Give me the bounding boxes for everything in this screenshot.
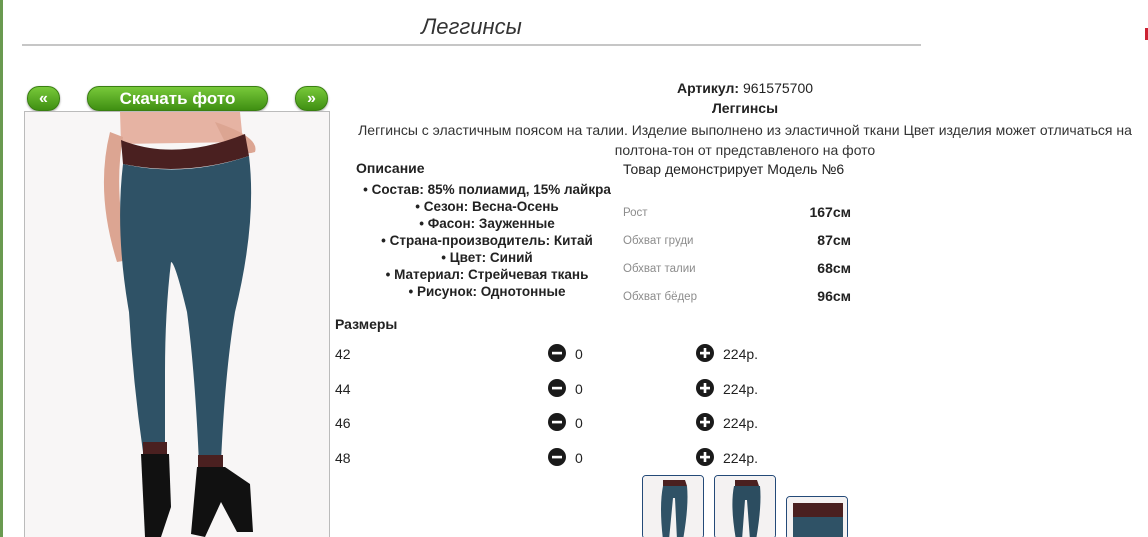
size-row: 48 0 224р. xyxy=(335,448,775,468)
property-item: Рисунок: Однотонные xyxy=(342,283,632,300)
thumbnail-image xyxy=(643,476,703,537)
product-name: Леггинсы xyxy=(711,100,779,116)
measurement-hips: Обхват бёдер 96см xyxy=(623,288,851,308)
article-value: 961575700 xyxy=(742,80,814,96)
size-row: 42 0 224р. xyxy=(335,344,775,364)
plus-circle-icon[interactable] xyxy=(696,344,714,362)
model-heading: Товар демонстрирует Модель №6 xyxy=(623,161,845,177)
plus-circle-icon[interactable] xyxy=(696,379,714,397)
thumbnail-detail[interactable] xyxy=(786,496,848,537)
price-value: 224р. xyxy=(723,346,759,362)
measurement-height: Рост 167см xyxy=(623,204,851,224)
size-label: 42 xyxy=(335,346,351,362)
property-item: Фасон: Зауженные xyxy=(342,215,632,232)
measurement-value: 167см xyxy=(809,204,851,220)
article-line: Артикул: 961575700 xyxy=(600,80,890,96)
price-value: 224р. xyxy=(723,381,759,397)
measurement-value: 96см xyxy=(817,288,851,304)
measurement-waist: Обхват талии 68см xyxy=(623,260,851,280)
measurement-label: Обхват бёдер xyxy=(623,291,697,303)
thumbnail-image xyxy=(787,497,847,537)
quantity-value: 0 xyxy=(575,450,583,466)
title-divider xyxy=(22,44,921,46)
measurement-chest: Обхват груди 87см xyxy=(623,232,851,252)
size-row: 46 0 224р. xyxy=(335,413,775,433)
article-label: Артикул: xyxy=(676,80,740,96)
thumbnail-back[interactable] xyxy=(714,475,776,537)
measurement-value: 87см xyxy=(817,232,851,248)
plus-circle-icon[interactable] xyxy=(696,448,714,466)
download-photo-button[interactable]: Скачать фото xyxy=(87,86,268,111)
next-photo-button[interactable]: » xyxy=(295,86,328,111)
plus-circle-icon[interactable] xyxy=(696,413,714,431)
thumbnail-front[interactable] xyxy=(642,475,704,537)
main-product-photo[interactable] xyxy=(24,111,330,537)
property-item: Страна-производитель: Китай xyxy=(342,232,632,249)
leggings-illustration xyxy=(25,112,329,537)
minus-circle-icon[interactable] xyxy=(548,344,566,362)
property-item: Материал: Стрейчевая ткань xyxy=(342,266,632,283)
description-heading: Описание xyxy=(356,160,425,176)
sizes-heading: Размеры xyxy=(335,316,398,332)
page-title: Леггинсы xyxy=(421,14,522,39)
property-item: Цвет: Синий xyxy=(342,249,632,266)
measurement-label: Обхват талии xyxy=(623,263,696,275)
minus-circle-icon[interactable] xyxy=(548,379,566,397)
measurement-label: Рост xyxy=(623,207,648,219)
minus-circle-icon[interactable] xyxy=(548,448,566,466)
size-label: 48 xyxy=(335,450,351,466)
size-label: 44 xyxy=(335,381,351,397)
minus-circle-icon[interactable] xyxy=(548,413,566,431)
prev-photo-button[interactable]: « xyxy=(27,86,60,111)
quantity-value: 0 xyxy=(575,381,583,397)
quantity-value: 0 xyxy=(575,415,583,431)
property-item: Состав: 85% полиамид, 15% лайкра xyxy=(342,181,632,198)
properties-list: Состав: 85% полиамид, 15% лайкра Сезон: … xyxy=(342,181,632,300)
left-border xyxy=(0,0,3,537)
measurement-label: Обхват груди xyxy=(623,235,694,247)
measurement-value: 68см xyxy=(817,260,851,276)
size-label: 46 xyxy=(335,415,351,431)
size-row: 44 0 224р. xyxy=(335,379,775,399)
quantity-value: 0 xyxy=(575,346,583,362)
price-value: 224р. xyxy=(723,415,759,431)
property-item: Сезон: Весна-Осень xyxy=(342,198,632,215)
thumbnail-image xyxy=(715,476,775,537)
price-value: 224р. xyxy=(723,450,759,466)
product-description: Леггинсы с эластичным поясом на талии. И… xyxy=(358,122,1132,158)
